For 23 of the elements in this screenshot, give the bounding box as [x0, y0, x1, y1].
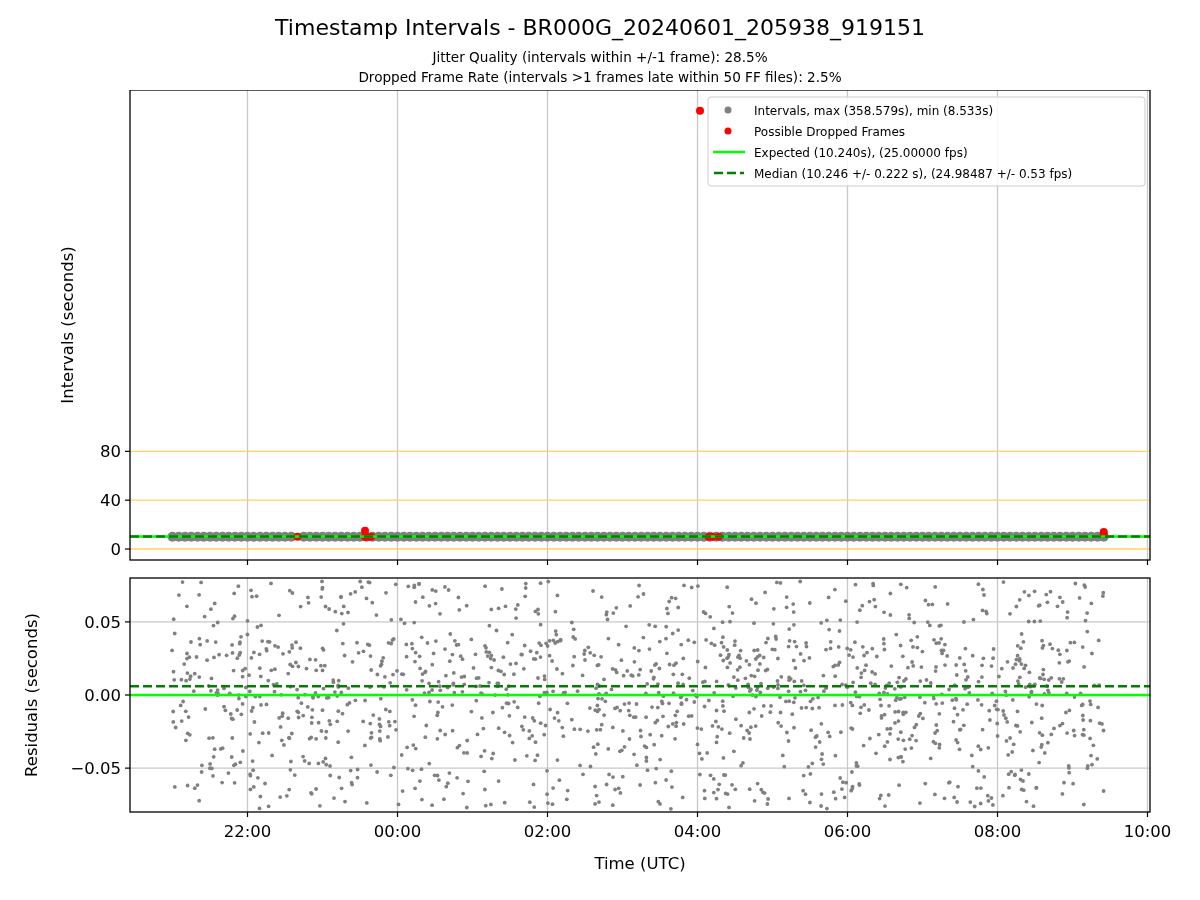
chart-subtitle: Dropped Frame Rate (intervals >1 frames late within 50 FF files): 2.5%	[358, 68, 842, 87]
chart-title: Timestamp Intervals - BR000G_20240601_205938_919151	[275, 15, 925, 41]
chart-subtitle: Jitter Quality (intervals within +/-1 frame): 28.5%	[432, 48, 768, 67]
x-axis-label: Time (UTC)	[594, 854, 686, 873]
x-tick-label: 08:00	[973, 822, 1022, 841]
y-tick-label: −0.05	[70, 759, 121, 779]
legend-label: Median (10.246 +/- 0.222 s), (24.98487 +/- 0.53 fps)	[754, 166, 1073, 181]
y-axis-label: Intervals (seconds)	[57, 246, 77, 404]
y-tick-label: 40	[100, 491, 121, 511]
legend-label: Expected (10.240s), (25.00000 fps)	[754, 145, 968, 160]
x-tick-label: 06:00	[823, 822, 872, 841]
legend-label: Possible Dropped Frames	[754, 124, 906, 139]
x-tick-label: 00:00	[373, 822, 422, 841]
y-tick-label: 0	[110, 540, 121, 559]
y-tick-label: 0.05	[84, 612, 121, 632]
y-tick-label: 80	[100, 442, 121, 462]
x-tick-label: 22:00	[223, 822, 272, 841]
x-tick-label: 10:00	[1123, 822, 1172, 841]
y-axis-label: Residuals (seconds)	[21, 613, 41, 777]
x-tick-label: 02:00	[523, 822, 572, 841]
y-tick-label: 0.00	[84, 686, 121, 705]
x-tick-label: 04:00	[673, 822, 722, 841]
legend-label: Intervals, max (358.579s), min (8.533s)	[754, 103, 994, 118]
